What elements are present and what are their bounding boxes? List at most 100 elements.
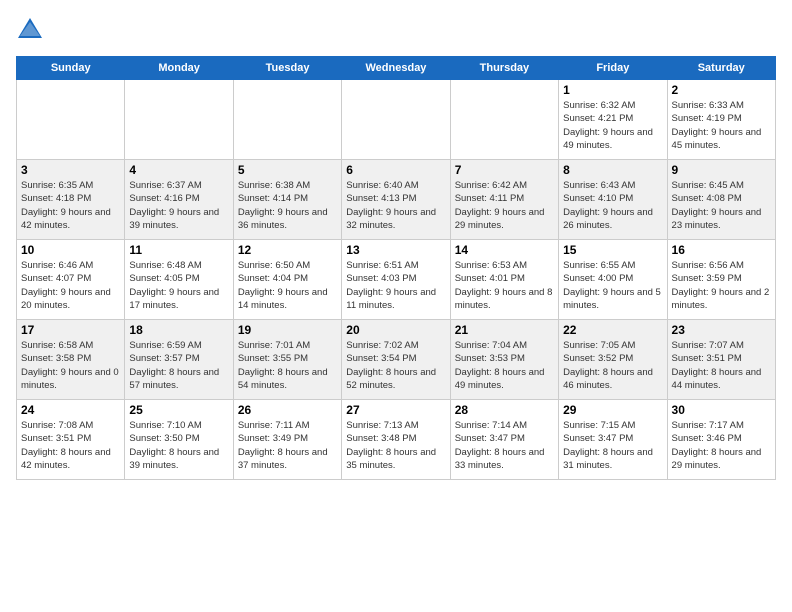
calendar-cell: 2Sunrise: 6:33 AM Sunset: 4:19 PM Daylig…: [667, 80, 775, 160]
day-number: 21: [455, 323, 554, 337]
day-number: 13: [346, 243, 445, 257]
day-info: Sunrise: 6:38 AM Sunset: 4:14 PM Dayligh…: [238, 179, 337, 232]
day-info: Sunrise: 7:17 AM Sunset: 3:46 PM Dayligh…: [672, 419, 771, 472]
day-info: Sunrise: 7:01 AM Sunset: 3:55 PM Dayligh…: [238, 339, 337, 392]
day-info: Sunrise: 7:02 AM Sunset: 3:54 PM Dayligh…: [346, 339, 445, 392]
day-info: Sunrise: 7:14 AM Sunset: 3:47 PM Dayligh…: [455, 419, 554, 472]
page-header: [16, 16, 776, 44]
day-header-monday: Monday: [125, 57, 233, 80]
day-info: Sunrise: 7:13 AM Sunset: 3:48 PM Dayligh…: [346, 419, 445, 472]
day-info: Sunrise: 6:50 AM Sunset: 4:04 PM Dayligh…: [238, 259, 337, 312]
calendar-cell: [125, 80, 233, 160]
day-info: Sunrise: 7:15 AM Sunset: 3:47 PM Dayligh…: [563, 419, 662, 472]
day-number: 11: [129, 243, 228, 257]
day-header-friday: Friday: [559, 57, 667, 80]
day-number: 23: [672, 323, 771, 337]
calendar-cell: 9Sunrise: 6:45 AM Sunset: 4:08 PM Daylig…: [667, 160, 775, 240]
calendar-cell: 14 Sunrise: 6:53 AM Sunset: 4:01 PM Dayli…: [450, 240, 558, 320]
calendar-cell: 1Sunrise: 6:32 AM Sunset: 4:21 PM Daylig…: [559, 80, 667, 160]
day-info: Sunrise: 6:59 AM Sunset: 3:57 PM Dayligh…: [129, 339, 228, 392]
day-number: 18: [129, 323, 228, 337]
calendar-cell: 18 Sunrise: 6:59 AM Sunset: 3:57 PM Dayli…: [125, 320, 233, 400]
day-number: 8: [563, 163, 662, 177]
day-number: 10: [21, 243, 120, 257]
day-number: 16: [672, 243, 771, 257]
calendar-cell: 4 Sunrise: 6:37 AM Sunset: 4:16 PM Daylig…: [125, 160, 233, 240]
day-info: Sunrise: 6:43 AM Sunset: 4:10 PM Dayligh…: [563, 179, 662, 232]
day-number: 9: [672, 163, 771, 177]
calendar-cell: 5 Sunrise: 6:38 AM Sunset: 4:14 PM Daylig…: [233, 160, 341, 240]
day-info: Sunrise: 7:07 AM Sunset: 3:51 PM Dayligh…: [672, 339, 771, 392]
calendar-cell: 20Sunrise: 7:02 AM Sunset: 3:54 PM Dayli…: [342, 320, 450, 400]
day-info: Sunrise: 6:53 AM Sunset: 4:01 PM Dayligh…: [455, 259, 554, 312]
day-number: 24: [21, 403, 120, 417]
day-number: 1: [563, 83, 662, 97]
calendar-cell: 16 Sunrise: 6:56 AM Sunset: 3:59 PM Dayli…: [667, 240, 775, 320]
calendar-cell: 28 Sunrise: 7:14 AM Sunset: 3:47 PM Dayli…: [450, 400, 558, 480]
day-number: 6: [346, 163, 445, 177]
day-number: 29: [563, 403, 662, 417]
calendar-cell: [233, 80, 341, 160]
day-number: 7: [455, 163, 554, 177]
day-info: Sunrise: 7:08 AM Sunset: 3:51 PM Dayligh…: [21, 419, 120, 472]
calendar-cell: 10 Sunrise: 6:46 AM Sunset: 4:07 PM Dayli…: [17, 240, 125, 320]
calendar-cell: 11Sunrise: 6:48 AM Sunset: 4:05 PM Dayli…: [125, 240, 233, 320]
calendar-cell: 30 Sunrise: 7:17 AM Sunset: 3:46 PM Dayli…: [667, 400, 775, 480]
day-info: Sunrise: 6:37 AM Sunset: 4:16 PM Dayligh…: [129, 179, 228, 232]
day-number: 26: [238, 403, 337, 417]
day-info: Sunrise: 7:04 AM Sunset: 3:53 PM Dayligh…: [455, 339, 554, 392]
day-header-thursday: Thursday: [450, 57, 558, 80]
day-info: Sunrise: 6:46 AM Sunset: 4:07 PM Dayligh…: [21, 259, 120, 312]
day-number: 3: [21, 163, 120, 177]
day-number: 25: [129, 403, 228, 417]
day-number: 12: [238, 243, 337, 257]
week-row-1: 1Sunrise: 6:32 AM Sunset: 4:21 PM Daylig…: [17, 80, 776, 160]
day-info: Sunrise: 6:55 AM Sunset: 4:00 PM Dayligh…: [563, 259, 662, 312]
day-info: Sunrise: 6:56 AM Sunset: 3:59 PM Dayligh…: [672, 259, 771, 312]
day-info: Sunrise: 6:40 AM Sunset: 4:13 PM Dayligh…: [346, 179, 445, 232]
week-row-2: 3 Sunrise: 6:35 AM Sunset: 4:18 PM Daylig…: [17, 160, 776, 240]
week-row-5: 24 Sunrise: 7:08 AM Sunset: 3:51 PM Dayli…: [17, 400, 776, 480]
day-number: 30: [672, 403, 771, 417]
day-info: Sunrise: 6:35 AM Sunset: 4:18 PM Dayligh…: [21, 179, 120, 232]
week-row-3: 10 Sunrise: 6:46 AM Sunset: 4:07 PM Dayli…: [17, 240, 776, 320]
calendar-cell: 22 Sunrise: 7:05 AM Sunset: 3:52 PM Dayli…: [559, 320, 667, 400]
day-info: Sunrise: 7:10 AM Sunset: 3:50 PM Dayligh…: [129, 419, 228, 472]
day-info: Sunrise: 7:05 AM Sunset: 3:52 PM Dayligh…: [563, 339, 662, 392]
day-number: 27: [346, 403, 445, 417]
calendar-cell: 21 Sunrise: 7:04 AM Sunset: 3:53 PM Dayli…: [450, 320, 558, 400]
day-header-wednesday: Wednesday: [342, 57, 450, 80]
calendar-table: SundayMondayTuesdayWednesdayThursdayFrid…: [16, 56, 776, 480]
day-info: Sunrise: 6:42 AM Sunset: 4:11 PM Dayligh…: [455, 179, 554, 232]
week-row-4: 17 Sunrise: 6:58 AM Sunset: 3:58 PM Dayli…: [17, 320, 776, 400]
day-number: 5: [238, 163, 337, 177]
calendar-cell: 3 Sunrise: 6:35 AM Sunset: 4:18 PM Daylig…: [17, 160, 125, 240]
calendar-cell: 12 Sunrise: 6:50 AM Sunset: 4:04 PM Dayli…: [233, 240, 341, 320]
calendar-cell: 25 Sunrise: 7:10 AM Sunset: 3:50 PM Dayli…: [125, 400, 233, 480]
calendar-cell: 23 Sunrise: 7:07 AM Sunset: 3:51 PM Dayli…: [667, 320, 775, 400]
day-number: 4: [129, 163, 228, 177]
calendar-cell: [450, 80, 558, 160]
day-info: Sunrise: 6:58 AM Sunset: 3:58 PM Dayligh…: [21, 339, 120, 392]
day-number: 19: [238, 323, 337, 337]
logo: [16, 16, 48, 44]
day-number: 2: [672, 83, 771, 97]
calendar-cell: 7 Sunrise: 6:42 AM Sunset: 4:11 PM Daylig…: [450, 160, 558, 240]
calendar-header-row: SundayMondayTuesdayWednesdayThursdayFrid…: [17, 57, 776, 80]
calendar-cell: 6 Sunrise: 6:40 AM Sunset: 4:13 PM Daylig…: [342, 160, 450, 240]
day-number: 22: [563, 323, 662, 337]
logo-icon: [16, 16, 44, 44]
calendar-cell: 17 Sunrise: 6:58 AM Sunset: 3:58 PM Dayli…: [17, 320, 125, 400]
day-number: 14: [455, 243, 554, 257]
calendar-cell: 13Sunrise: 6:51 AM Sunset: 4:03 PM Dayli…: [342, 240, 450, 320]
calendar-cell: 15Sunrise: 6:55 AM Sunset: 4:00 PM Dayli…: [559, 240, 667, 320]
day-number: 28: [455, 403, 554, 417]
day-header-tuesday: Tuesday: [233, 57, 341, 80]
calendar-cell: [342, 80, 450, 160]
calendar-cell: 19 Sunrise: 7:01 AM Sunset: 3:55 PM Dayli…: [233, 320, 341, 400]
calendar-cell: [17, 80, 125, 160]
calendar-cell: 27 Sunrise: 7:13 AM Sunset: 3:48 PM Dayli…: [342, 400, 450, 480]
day-header-sunday: Sunday: [17, 57, 125, 80]
day-number: 17: [21, 323, 120, 337]
calendar-cell: 8 Sunrise: 6:43 AM Sunset: 4:10 PM Daylig…: [559, 160, 667, 240]
